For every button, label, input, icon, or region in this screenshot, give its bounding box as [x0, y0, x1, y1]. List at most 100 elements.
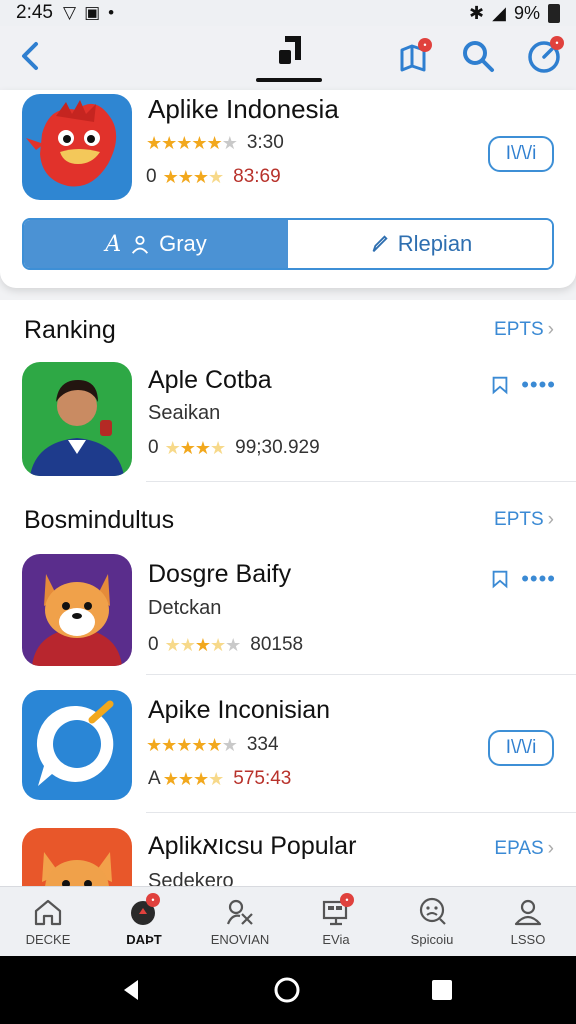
bookmark-icon[interactable]	[489, 374, 511, 396]
chevron-right-icon: ›	[547, 838, 554, 859]
section-more-link[interactable]: EPTS ›	[494, 319, 554, 341]
section-more-label: EPTS	[494, 319, 544, 340]
chevron-right-icon: ›	[547, 319, 554, 340]
segment-rlepian[interactable]: Rlepian	[288, 220, 552, 268]
section-more-link[interactable]: EPTS ›	[494, 509, 554, 531]
star-rating-icon: ★★★★★★	[146, 734, 238, 755]
back-nav-icon[interactable]	[116, 974, 148, 1006]
nav-badge: •	[340, 893, 354, 907]
pen-icon	[372, 235, 388, 252]
status-bar: 2:45 ▽ ▣ • ✱ ◢ 9%	[0, 0, 576, 26]
app-icon[interactable]	[22, 362, 132, 476]
featured-secondary-row: 0 ★★★★ 83:69	[146, 166, 281, 188]
segment-gray[interactable]: A Gray	[24, 220, 288, 268]
install-button[interactable]: I\/\/i	[488, 730, 554, 766]
app-name: Dosgre Baify	[148, 560, 292, 588]
share-badge: •	[418, 38, 432, 52]
divider	[146, 481, 576, 482]
section-title: Ranking	[24, 316, 116, 344]
segment-gray-label: Gray	[159, 231, 207, 256]
back-icon[interactable]	[12, 36, 52, 76]
star-rating-icon: ★★★★★★	[146, 132, 238, 153]
profile-icon	[514, 899, 542, 926]
app-actions: ••••	[489, 372, 556, 398]
download-icon[interactable]: •	[524, 36, 564, 76]
nav-item-enovian[interactable]: ENOVIAN	[192, 887, 288, 956]
featured-app-card[interactable]: Aplike Indonesia ★★★★★★ 3:30 0 ★★★★ 83:6…	[0, 90, 576, 288]
section-title: Bosmindultus	[24, 506, 175, 534]
app-rating-row: ★★★★★★ 334	[146, 734, 279, 756]
nav-item-spicoiu[interactable]: Spicoiu	[384, 887, 480, 956]
star-rating-icon: ★★★★★	[164, 634, 242, 655]
nav-item-decke[interactable]: DECKE	[0, 887, 96, 956]
app-list: Ranking EPTS › Aple Cotba Seaikan 0 ★★★★…	[0, 300, 576, 886]
person-icon	[132, 235, 149, 254]
app-subtitle: Seaikan	[148, 402, 221, 424]
signal-icon: ◢	[492, 2, 506, 23]
more-options-icon[interactable]: ••••	[521, 372, 556, 398]
app-icon[interactable]	[22, 828, 132, 886]
search-icon[interactable]	[458, 36, 498, 76]
app-rating-prefix: A	[148, 768, 161, 789]
app-rating-value: 334	[246, 734, 279, 755]
app-subtitle: Detckan	[148, 597, 222, 619]
featured-app-title: Aplike Indonesia	[148, 94, 339, 124]
divider	[146, 812, 576, 813]
app-name: Aple Cotba	[148, 366, 272, 394]
recents-nav-icon[interactable]	[426, 974, 458, 1006]
nav-item-dapt[interactable]: • DAÞT	[96, 887, 192, 956]
active-tab-indicator	[256, 78, 322, 82]
star-rating-icon: ★★★★	[162, 166, 225, 187]
bottom-navigation: DECKE • DAÞT ENOVIAN • EVia Spicoiu LSSO	[0, 886, 576, 956]
dot-icon: •	[108, 3, 115, 22]
nav-item-lsso[interactable]: LSSO	[480, 887, 576, 956]
section-header-ranking: Ranking EPTS ›	[0, 304, 576, 354]
bluetooth-icon: ✱	[469, 2, 485, 23]
share-icon[interactable]: •	[394, 36, 434, 76]
star-rating-icon: ★★★★	[164, 437, 227, 458]
top-app-bar: • •	[0, 26, 576, 90]
star-rating-icon: ★★★★	[162, 768, 225, 789]
app-rating-value: 80158	[250, 634, 304, 655]
nav-item-evia[interactable]: • EVia	[288, 887, 384, 956]
bird-app-icon[interactable]	[22, 94, 132, 200]
app-rating-row: 0 ★★★★ 99;30.929	[148, 437, 320, 459]
battery-icon	[548, 3, 560, 23]
segment-rlepian-label: Rlepian	[397, 231, 473, 256]
nav-label: DECKE	[25, 932, 71, 947]
app-rating-value: 575:43	[233, 768, 292, 789]
nav-label: DAÞT	[126, 932, 162, 947]
app-name: Apike Inconisian	[148, 696, 331, 724]
featured-rating-value: 3:30	[246, 132, 284, 153]
chevron-right-icon: ›	[547, 509, 554, 530]
games-icon	[226, 899, 253, 925]
text-icon: A	[105, 231, 122, 257]
featured-install-button[interactable]: I\/\/i	[488, 136, 554, 172]
more-options-icon[interactable]: ••••	[521, 566, 556, 592]
nav-label: EVia	[322, 932, 350, 947]
nav-badge: •	[146, 893, 160, 907]
featured-secondary-prefix: 0	[146, 166, 157, 187]
app-actions: ••••	[489, 566, 556, 592]
divider	[146, 674, 576, 675]
featured-secondary-value: 83:69	[233, 166, 281, 187]
download-badge: •	[550, 36, 564, 50]
app-rating-row: 0 ★★★★★ 80158	[148, 634, 303, 656]
featured-segmented-control: A Gray Rlepian	[22, 218, 554, 270]
app-rating-value: 99;30.929	[235, 437, 320, 458]
home-nav-icon[interactable]	[271, 974, 303, 1006]
app-subtitle: Sedekero	[148, 870, 234, 886]
location-icon: ▽	[62, 3, 77, 22]
battery-text: 9%	[513, 2, 540, 23]
featured-rating-row: ★★★★★★ 3:30	[146, 132, 284, 154]
nav-label: LSSO	[510, 932, 546, 947]
section-more-link[interactable]: EPAS ›	[494, 838, 554, 860]
notification-icon: ▣	[84, 3, 101, 22]
music-icon	[279, 36, 301, 64]
app-icon[interactable]	[22, 554, 132, 666]
bookmark-icon[interactable]	[489, 568, 511, 590]
section-more-label: EPAS	[494, 838, 544, 859]
music-tab[interactable]	[256, 32, 322, 84]
app-icon[interactable]	[22, 690, 132, 800]
section-more-label: EPTS	[494, 509, 544, 530]
